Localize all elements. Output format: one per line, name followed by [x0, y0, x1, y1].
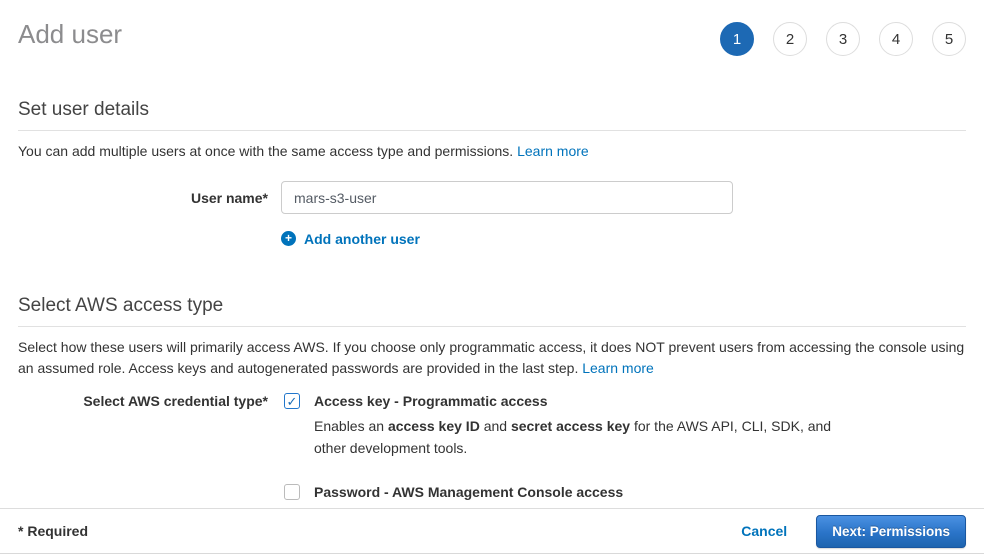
credential-type-label: Select AWS credential type*: [18, 393, 268, 409]
password-checkbox[interactable]: [284, 484, 300, 500]
access-type-intro: Select how these users will primarily ac…: [18, 337, 966, 379]
desc-text-bold: secret access key: [511, 418, 630, 434]
next-permissions-button[interactable]: Next: Permissions: [816, 515, 966, 548]
user-details-intro-text: You can add multiple users at once with …: [18, 143, 517, 159]
step-indicator-3: 3: [826, 22, 860, 56]
page-title: Add user: [18, 18, 122, 50]
user-name-label: User name*: [18, 190, 268, 206]
section-heading-user-details: Set user details: [18, 99, 966, 131]
add-another-user-label: Add another user: [304, 231, 420, 247]
step-indicator-4: 4: [879, 22, 913, 56]
footer-actions: Cancel Next: Permissions: [741, 515, 966, 548]
wizard-content: Set user details You can add multiple us…: [0, 99, 984, 528]
learn-more-link-access-type[interactable]: Learn more: [582, 360, 654, 376]
plus-circle-icon: +: [281, 231, 296, 246]
learn-more-link-user-details[interactable]: Learn more: [517, 143, 589, 159]
access-key-option-body: Access key - Programmatic access Enables…: [314, 392, 866, 459]
required-note: * Required: [18, 523, 88, 539]
access-type-intro-text: Select how these users will primarily ac…: [18, 339, 964, 376]
step-indicator-5: 5: [932, 22, 966, 56]
step-indicator-1: 1: [720, 22, 754, 56]
user-name-input[interactable]: [281, 181, 733, 214]
desc-text-bold: access key ID: [388, 418, 480, 434]
add-user-page: Add user 1 2 3 4 5 Set user details You …: [0, 0, 984, 556]
add-another-user-button[interactable]: + Add another user: [281, 231, 420, 247]
access-key-option-title: Access key - Programmatic access: [314, 392, 866, 410]
desc-text: and: [480, 418, 511, 434]
access-key-option-description: Enables an access key ID and secret acce…: [314, 415, 866, 459]
access-key-checkbox[interactable]: ✓: [284, 393, 300, 409]
password-option-title: Password - AWS Management Console access: [314, 483, 833, 501]
checkmark-icon: ✓: [287, 395, 298, 408]
wizard-header: Add user 1 2 3 4 5: [0, 0, 984, 56]
wizard-footer: * Required Cancel Next: Permissions: [0, 508, 984, 554]
user-name-row: User name*: [18, 181, 966, 214]
wizard-step-indicator: 1 2 3 4 5: [720, 22, 966, 56]
option-access-key: ✓ Access key - Programmatic access Enabl…: [284, 392, 866, 459]
section-heading-access-type: Select AWS access type: [18, 295, 966, 327]
desc-text: Enables an: [314, 418, 388, 434]
user-details-intro: You can add multiple users at once with …: [18, 141, 966, 162]
step-indicator-2: 2: [773, 22, 807, 56]
cancel-button[interactable]: Cancel: [741, 523, 787, 539]
add-another-user-row: + Add another user: [281, 229, 966, 247]
